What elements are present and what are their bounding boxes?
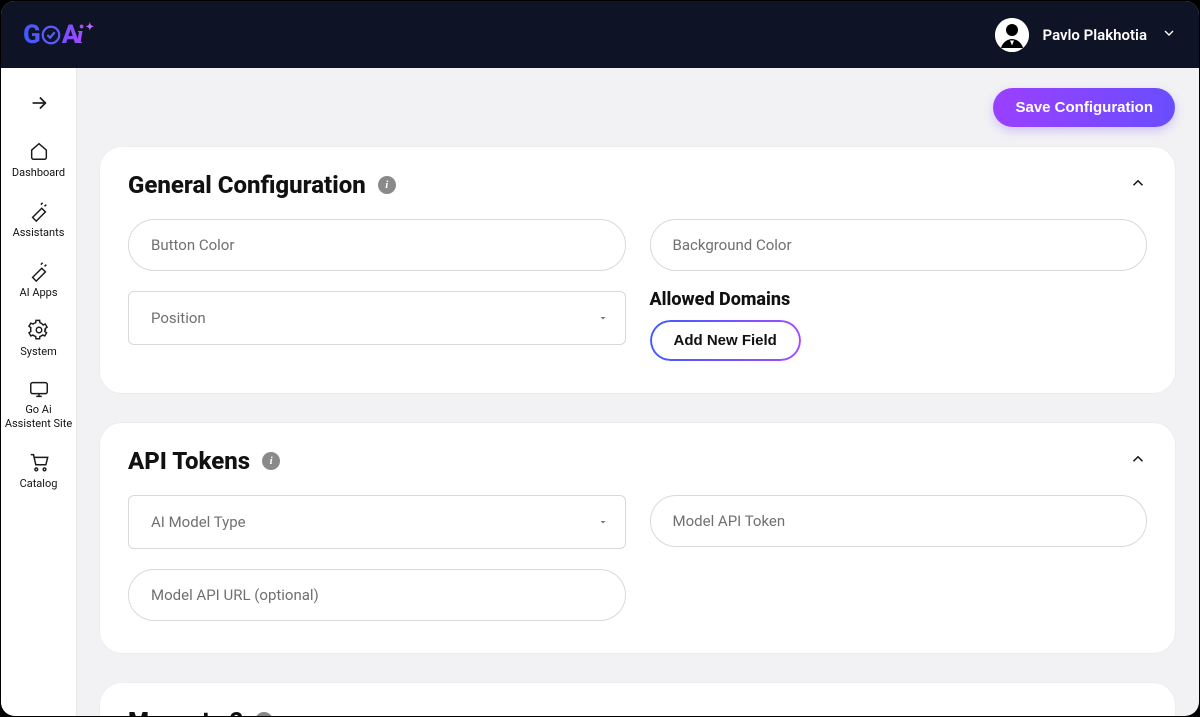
section-magento-2: Magento 2 i (100, 683, 1175, 716)
field-placeholder: Model API Token (673, 512, 786, 530)
chevron-down-icon (1161, 25, 1177, 45)
section-title: Magento 2 (128, 707, 243, 716)
user-menu[interactable]: Pavlo Plakhotia (995, 18, 1177, 52)
collapse-button[interactable] (1129, 174, 1147, 196)
section-general-configuration: General Configuration i Button Color Bac… (100, 147, 1175, 393)
main-content: Save Configuration General Configuration… (76, 68, 1199, 716)
button-label: Add New Field (674, 332, 777, 349)
section-title: API Tokens (128, 447, 250, 475)
field-placeholder: Background Color (673, 236, 792, 254)
field-placeholder: AI Model Type (151, 513, 246, 531)
sidebar-label: System (20, 345, 57, 359)
collapse-button[interactable] (1129, 710, 1147, 716)
app-logo[interactable]: G A i ✦ (23, 20, 93, 50)
section-title: General Configuration (128, 171, 366, 199)
sidebar-item-dashboard[interactable]: Dashboard (1, 130, 76, 190)
caret-down-icon (597, 513, 609, 532)
field-placeholder: Button Color (151, 236, 234, 254)
user-name: Pavlo Plakhotia (1043, 26, 1147, 44)
sidebar-item-system[interactable]: System (1, 309, 76, 369)
sidebar: Dashboard Assistants AI Apps System Go A… (1, 68, 76, 716)
field-placeholder: Model API URL (optional) (151, 586, 319, 604)
caret-down-icon (597, 309, 609, 328)
collapse-button[interactable] (1129, 450, 1147, 472)
background-color-input[interactable]: Background Color (650, 219, 1148, 271)
app-header: G A i ✦ Pavlo Plakhotia (1, 1, 1199, 68)
field-placeholder: Position (151, 309, 206, 327)
sidebar-item-assistants[interactable]: Assistants (1, 190, 76, 250)
allowed-domains-label: Allowed Domains (650, 289, 791, 310)
ai-model-type-select[interactable]: AI Model Type (128, 495, 626, 549)
section-api-tokens: API Tokens i AI Model Type Model API Tok… (100, 423, 1175, 653)
sidebar-item-catalog[interactable]: Catalog (1, 441, 76, 501)
sidebar-label: AI Apps (19, 286, 57, 300)
add-new-field-button[interactable]: Add New Field (650, 320, 801, 361)
info-icon[interactable]: i (262, 452, 280, 470)
info-icon[interactable]: i (255, 712, 273, 716)
button-color-input[interactable]: Button Color (128, 219, 626, 271)
sidebar-label: Dashboard (12, 166, 65, 180)
sidebar-label: Catalog (20, 477, 58, 491)
sidebar-item-ai-apps[interactable]: AI Apps (1, 250, 76, 310)
avatar (995, 18, 1029, 52)
save-configuration-button[interactable]: Save Configuration (993, 88, 1175, 127)
model-api-url-input[interactable]: Model API URL (optional) (128, 569, 626, 621)
sidebar-item-assistant-site[interactable]: Go Ai Assistent Site (1, 369, 76, 441)
position-select[interactable]: Position (128, 291, 626, 345)
sidebar-label: Go Ai Assistent Site (3, 403, 74, 431)
sidebar-label: Assistants (13, 226, 65, 240)
logo-text: G A i ✦ (23, 20, 93, 50)
sidebar-expand-button[interactable] (28, 92, 50, 118)
info-icon[interactable]: i (378, 176, 396, 194)
model-api-token-input[interactable]: Model API Token (650, 495, 1148, 547)
